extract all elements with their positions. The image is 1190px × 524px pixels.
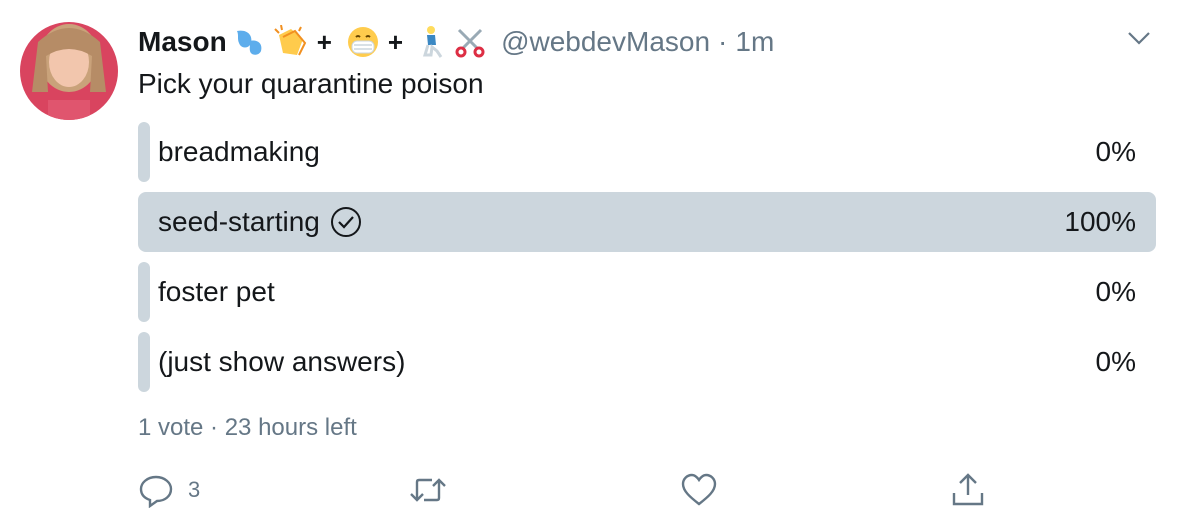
poll-option-percent: 0%	[1095, 136, 1136, 167]
retweet-icon	[410, 478, 446, 502]
poll: breadmaking 0% seed-starting 100% foster…	[138, 122, 1156, 402]
share-icon	[952, 473, 984, 506]
scissors-icon	[453, 26, 487, 58]
like-button[interactable]	[680, 470, 718, 510]
retweet-button[interactable]	[408, 470, 448, 510]
poll-option-percent: 0%	[1095, 346, 1136, 377]
poll-bar	[138, 262, 150, 322]
poll-option-percent: 0%	[1095, 276, 1136, 307]
poll-option: (just show answers) 0%	[138, 332, 1156, 392]
check-circle-icon	[330, 207, 361, 237]
plus-sign: +	[387, 26, 404, 57]
action-bar: 3	[138, 470, 1156, 514]
poll-option-label: foster pet	[158, 276, 275, 307]
kneeling-person-icon	[417, 25, 447, 59]
tweet-header: Mason + + @webdevMason · 1m	[138, 20, 774, 64]
chevron-down-icon[interactable]	[1126, 28, 1152, 48]
avatar-image	[20, 22, 118, 120]
clapping-hands-icon	[273, 25, 309, 59]
poll-option-label: (just show answers)	[158, 346, 406, 377]
tweet-text: Pick your quarantine poison	[138, 68, 484, 99]
plus-sign: +	[316, 26, 332, 57]
poll-bar	[138, 332, 150, 392]
like-icon	[681, 473, 717, 506]
avatar[interactable]	[20, 22, 118, 120]
separator-dot: ·	[718, 26, 728, 57]
poll-option: breadmaking 0%	[138, 122, 1156, 182]
reply-button[interactable]: 3	[138, 470, 200, 510]
share-button[interactable]	[950, 470, 986, 510]
poll-option-label: breadmaking	[158, 136, 320, 167]
droplets-icon	[233, 27, 267, 57]
poll-option-label: seed-starting	[158, 206, 320, 237]
author-name[interactable]: Mason	[138, 26, 227, 58]
poll-option-percent: 100%	[1064, 206, 1136, 237]
poll-bar	[138, 122, 150, 182]
poll-option: foster pet 0%	[138, 262, 1156, 322]
reply-count: 3	[188, 477, 201, 502]
timestamp[interactable]: 1m	[735, 26, 774, 58]
poll-option: seed-starting 100%	[138, 192, 1156, 252]
poll-meta: 1 vote · 23 hours left	[138, 414, 357, 441]
reply-icon	[139, 475, 173, 508]
author-handle[interactable]: @webdevMason	[501, 26, 710, 58]
mask-face-icon	[346, 25, 380, 59]
